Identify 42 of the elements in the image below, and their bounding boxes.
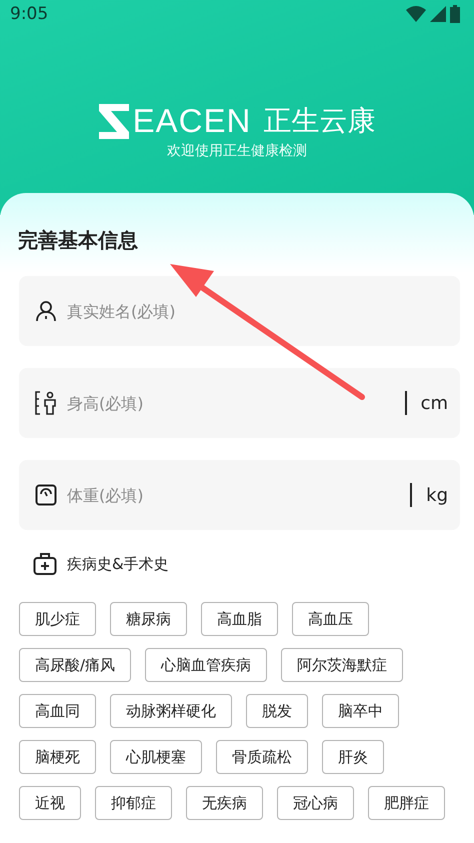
condition-tag[interactable]: 抑郁症 bbox=[95, 786, 172, 820]
welcome-text: 欢迎使用正生健康检测 bbox=[167, 142, 307, 160]
text-input[interactable]: 身高(必填) bbox=[65, 392, 405, 414]
section-title: 完善基本信息 bbox=[18, 227, 138, 254]
input-field[interactable]: 真实姓名(必填) bbox=[19, 276, 460, 346]
condition-tag[interactable]: 脑卒中 bbox=[322, 694, 399, 728]
condition-tag[interactable]: 高血压 bbox=[292, 602, 369, 636]
condition-tag[interactable]: 动脉粥样硬化 bbox=[110, 694, 232, 728]
brand-name-chinese: 正生云康 bbox=[263, 103, 376, 139]
text-input[interactable]: 真实姓名(必填) bbox=[65, 300, 448, 322]
condition-tag[interactable]: 无疾病 bbox=[186, 786, 263, 820]
medical-kit-icon bbox=[33, 552, 57, 576]
condition-tag[interactable]: 冠心病 bbox=[277, 786, 354, 820]
condition-tag[interactable]: 骨质疏松 bbox=[216, 740, 308, 774]
scale-icon bbox=[35, 484, 57, 506]
text-input[interactable]: 体重(必填) bbox=[65, 484, 410, 506]
height-measure-icon bbox=[35, 391, 57, 415]
status-time: 9:05 bbox=[10, 4, 48, 24]
unit-label: kg bbox=[426, 484, 448, 506]
condition-tag[interactable]: 肌少症 bbox=[19, 602, 96, 636]
condition-tag[interactable]: 高血同 bbox=[19, 694, 96, 728]
condition-tag[interactable]: 高血脂 bbox=[201, 602, 278, 636]
logo-icon bbox=[98, 104, 129, 138]
condition-tag[interactable]: 糖尿病 bbox=[110, 602, 187, 636]
input-field[interactable]: 体重(必填) kg bbox=[19, 460, 460, 530]
condition-tag[interactable]: 心脑血管疾病 bbox=[145, 648, 268, 682]
battery-icon bbox=[450, 5, 460, 23]
condition-tag[interactable]: 脱发 bbox=[246, 694, 308, 728]
signal-icon bbox=[430, 6, 446, 22]
condition-tag[interactable]: 心肌梗塞 bbox=[110, 740, 202, 774]
condition-tag[interactable]: 近视 bbox=[19, 786, 81, 820]
section-label: 疾病史&手术史 bbox=[67, 554, 169, 574]
condition-tag[interactable]: 阿尔茨海默症 bbox=[281, 648, 404, 682]
condition-tag[interactable]: 高尿酸/痛风 bbox=[19, 648, 132, 682]
input-field[interactable]: 身高(必填) cm bbox=[19, 368, 460, 438]
wifi-icon bbox=[406, 6, 426, 22]
unit-label: cm bbox=[420, 392, 448, 414]
brand-name: EACEN bbox=[132, 102, 252, 140]
condition-tag[interactable]: 肝炎 bbox=[322, 740, 384, 774]
person-icon bbox=[35, 300, 57, 322]
condition-tag[interactable]: 肥胖症 bbox=[368, 786, 445, 820]
condition-tag[interactable]: 脑梗死 bbox=[19, 740, 96, 774]
